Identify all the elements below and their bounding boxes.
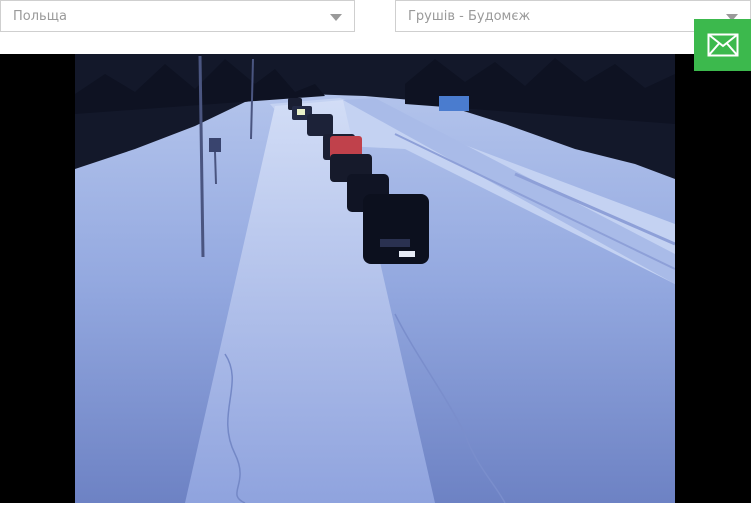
- envelope-icon: [707, 33, 738, 57]
- chevron-down-icon: [330, 14, 342, 21]
- camera-snapshot: [75, 54, 675, 503]
- country-select-value: Польща: [13, 8, 67, 24]
- country-select[interactable]: Польща: [0, 0, 355, 32]
- contact-mail-button[interactable]: [694, 19, 751, 71]
- crossing-select-value: Грушів - Будомєж: [408, 8, 531, 24]
- camera-feed: [75, 54, 675, 503]
- video-player[interactable]: [0, 54, 751, 503]
